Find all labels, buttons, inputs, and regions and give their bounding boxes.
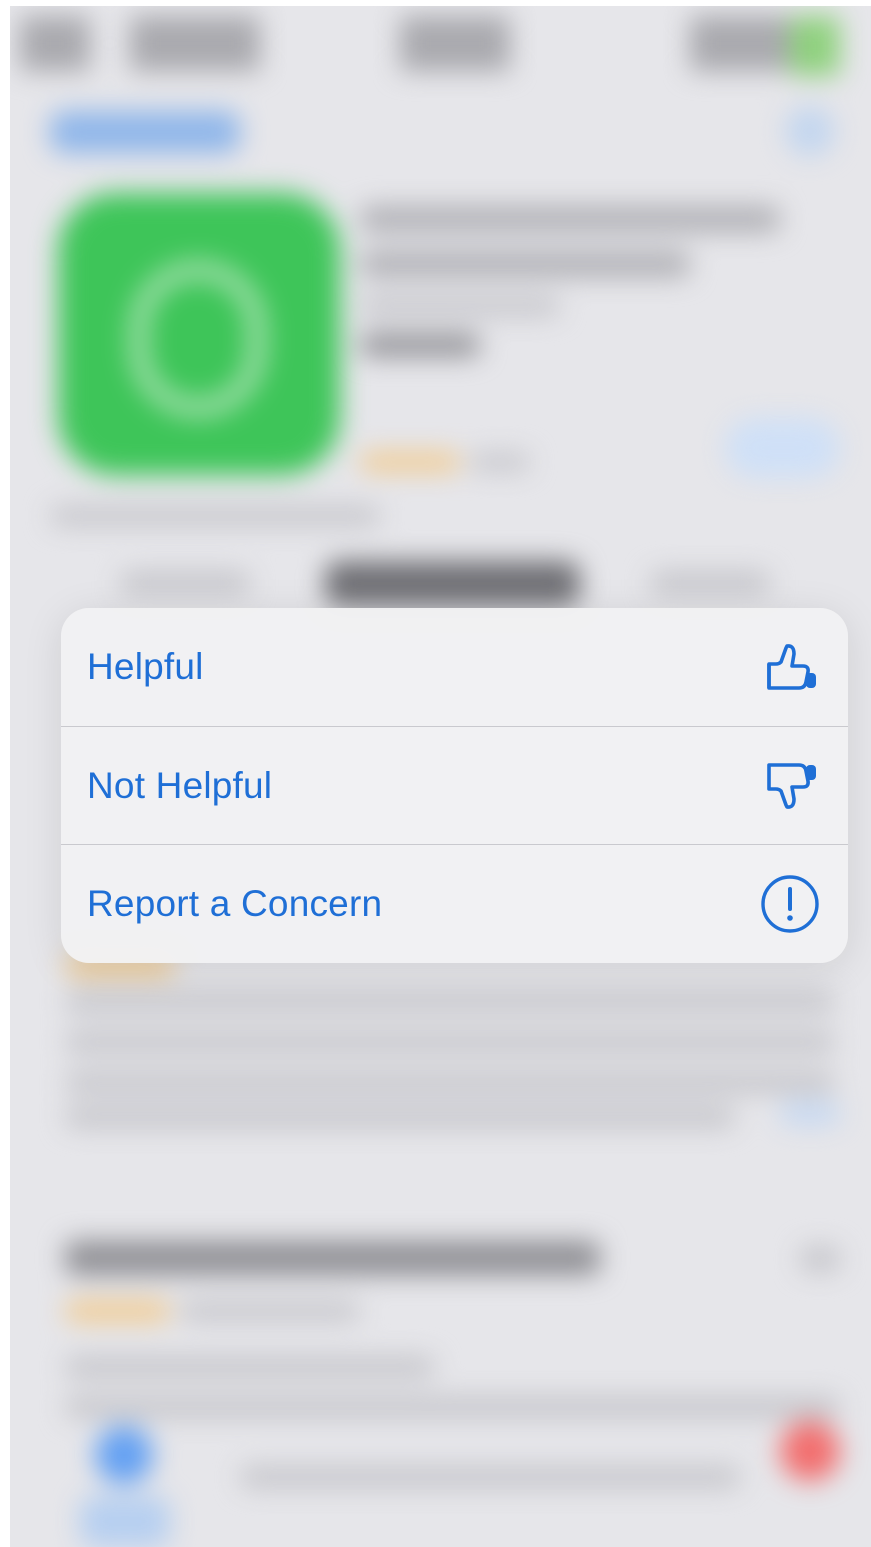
not-helpful-menu-item[interactable]: Not Helpful <box>61 726 848 844</box>
thumbs-up-icon <box>758 635 822 699</box>
report-concern-menu-item[interactable]: Report a Concern <box>61 844 848 963</box>
helpful-menu-item[interactable]: Helpful <box>61 608 848 726</box>
helpful-label: Helpful <box>87 646 204 687</box>
exclamation-circle-icon <box>758 872 822 936</box>
not-helpful-label: Not Helpful <box>87 764 273 806</box>
report-concern-label: Report a Concern <box>87 883 383 924</box>
thumbs-down-icon <box>758 754 822 818</box>
review-action-menu: Helpful Not Helpful Report a Concern <box>61 608 848 963</box>
phone-screen: Helpful Not Helpful Report a Concern <box>10 6 871 1547</box>
